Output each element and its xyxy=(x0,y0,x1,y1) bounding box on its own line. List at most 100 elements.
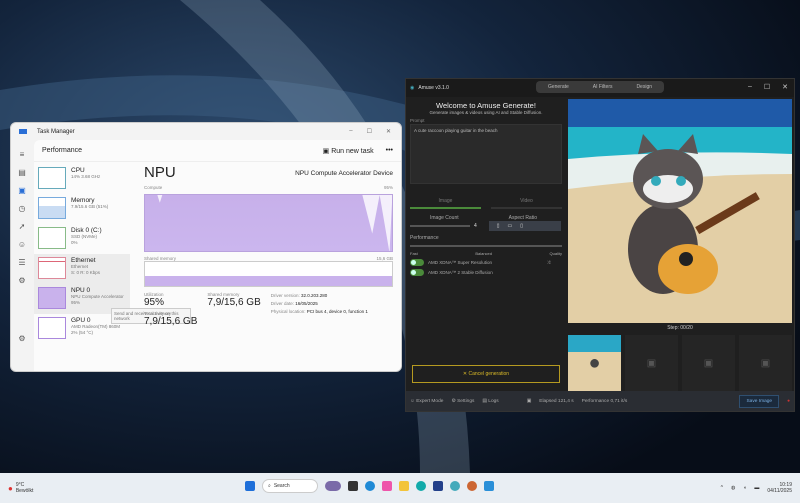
utilization-value: 95% xyxy=(144,297,165,308)
driver-date-label: Driver date: xyxy=(270,301,295,306)
prompt-input[interactable]: A cute raccoon playing guitar in the bea… xyxy=(410,124,562,184)
super-resolution-toggle[interactable] xyxy=(410,259,424,266)
result-thumbnail[interactable]: ● xyxy=(568,335,621,391)
details-icon[interactable]: ☰ xyxy=(18,258,25,267)
welcome-title: Welcome to Amuse Generate! xyxy=(436,101,536,110)
app-history-icon[interactable]: ◷ xyxy=(19,204,26,213)
stable-diffusion-toggle[interactable] xyxy=(410,269,424,276)
stop-icon[interactable]: ● xyxy=(787,399,790,404)
amuse-title: Amuse v3.1.0 xyxy=(418,85,449,91)
cancel-generation-button[interactable]: ✕ Cancel generation xyxy=(412,365,560,383)
search-icon: ⌕ xyxy=(268,483,271,489)
copilot-icon[interactable] xyxy=(382,481,392,491)
task-manager-icon xyxy=(19,129,27,134)
performance-slider[interactable] xyxy=(410,245,562,247)
maximize-button[interactable]: ☐ xyxy=(367,128,372,135)
mode-video-tab[interactable]: Video xyxy=(491,198,562,209)
shuffle-icon[interactable]: ⤨ xyxy=(546,260,550,265)
generated-image xyxy=(568,99,792,323)
clock[interactable]: 10:19 04/11/2025 xyxy=(767,482,792,494)
placeholder-thumbnail-icon: ▣ xyxy=(739,335,792,391)
resource-memory[interactable]: Memory 7.9/15.6 GB (51%) xyxy=(34,194,130,224)
shared-mem-value: 7,9/15,6 GB xyxy=(207,297,261,308)
volume-icon[interactable]: ◖ xyxy=(743,485,746,491)
run-new-task-button[interactable]: ▣ Run new task xyxy=(323,147,374,155)
amuse-window: ◉ Amuse v3.1.0 Generate AI Filters Design –… xyxy=(405,78,795,412)
window-title: Task Manager xyxy=(37,128,75,135)
npu-thumbnail xyxy=(38,287,66,309)
app-icon[interactable] xyxy=(467,481,477,491)
tab-generate[interactable]: Generate xyxy=(548,84,569,90)
more-button[interactable]: ••• xyxy=(386,147,393,154)
maximize-button[interactable]: ☐ xyxy=(764,83,770,91)
npu-details: NPU NPU Compute Accelerator Device Compu… xyxy=(144,164,393,327)
battery-icon[interactable]: ▬ xyxy=(754,485,759,491)
search-box[interactable]: ⌕ Search xyxy=(262,479,318,493)
mode-image-tab[interactable]: Image xyxy=(410,198,481,209)
store-icon[interactable] xyxy=(433,481,443,491)
services-icon[interactable]: ⚙ xyxy=(18,276,25,285)
close-button[interactable]: ✕ xyxy=(782,83,788,91)
image-count-label: Image Count xyxy=(430,215,459,221)
minimize-button[interactable]: – xyxy=(748,83,752,91)
start-button[interactable] xyxy=(245,481,255,491)
image-count-slider[interactable] xyxy=(410,225,470,227)
amuse-taskbar-icon[interactable] xyxy=(450,481,460,491)
monitor-icon: ▣ xyxy=(526,398,532,404)
widgets-icon[interactable] xyxy=(325,481,341,491)
tab-ai-filters[interactable]: AI Filters xyxy=(593,84,613,90)
prompt-label: Prompt xyxy=(410,118,425,123)
location: PCI bus 4, device 0, function 1 xyxy=(306,309,368,314)
minimize-button[interactable]: – xyxy=(349,128,352,135)
aspect-ratio-selector[interactable]: ▯ ▭ ▯ xyxy=(488,221,561,231)
task-manager-window: Task Manager – ☐ ✕ ≡ ▤ ▣ ◷ ➚ ☺ ☰ ⚙ ⚙ Performance ▣… xyxy=(10,122,402,372)
device-name: NPU Compute Accelerator Device xyxy=(295,170,393,177)
file-explorer-icon[interactable] xyxy=(399,481,409,491)
cpu-thumbnail xyxy=(38,167,66,189)
startup-icon[interactable]: ➚ xyxy=(19,222,26,231)
users-icon[interactable]: ☺ xyxy=(18,240,26,249)
resource-cpu[interactable]: CPU 14% 3.68 GHz xyxy=(34,164,130,194)
super-resolution-label: AMD XDNA™ Super Resolution xyxy=(428,260,493,265)
task-view-icon[interactable] xyxy=(348,481,358,491)
weather-widget[interactable]: ● 9°C Bewölkt xyxy=(8,482,33,494)
resource-disk[interactable]: Disk 0 (C:) SSD (NVMe) 0% xyxy=(34,224,130,254)
weather-condition: Bewölkt xyxy=(15,488,34,494)
stable-diffusion-label: AMD XDNA™ 2 Stable Diffusion xyxy=(428,270,493,275)
settings-button[interactable]: ⚙ Settings xyxy=(451,399,474,404)
driver-version-label: Driver version: xyxy=(270,293,300,298)
app-icon[interactable] xyxy=(416,481,426,491)
placeholder-thumbnail-icon: ▣ xyxy=(682,335,735,391)
performance-icon[interactable]: ▣ xyxy=(18,186,26,195)
compute-label: Compute xyxy=(144,185,163,190)
square-icon: ▯ xyxy=(520,223,524,229)
close-button[interactable]: ✕ xyxy=(386,128,391,135)
step-counter: Step: 00/20 xyxy=(667,325,693,331)
performance-label: Performance xyxy=(410,235,439,241)
landscape-icon: ▭ xyxy=(507,223,513,229)
edge-icon[interactable] xyxy=(365,481,375,491)
placeholder-thumbnail-icon: ▣ xyxy=(625,335,678,391)
processes-icon[interactable]: ▤ xyxy=(18,168,26,177)
network-icon[interactable]: ◍ xyxy=(731,485,735,491)
location-label: Physical location: xyxy=(270,309,306,314)
image-count-value: 4 xyxy=(474,223,477,229)
menu-icon[interactable]: ≡ xyxy=(20,150,25,159)
logs-button[interactable]: ▤ Logs xyxy=(482,399,498,404)
tray-chevron-icon[interactable]: ^ xyxy=(721,485,723,491)
perf-quality-label: Quality xyxy=(549,251,562,256)
task-manager-taskbar-icon[interactable] xyxy=(484,481,494,491)
elapsed-time: Elapsed 121,4 s xyxy=(539,398,574,404)
resource-ethernet[interactable]: Ethernet Ethernet S: 0 R: 0 Kbps xyxy=(34,254,130,284)
perf-balanced-label: Balanced xyxy=(475,251,492,256)
welcome-subtitle: Generate images & videos using AI and St… xyxy=(429,110,543,115)
tab-design[interactable]: Design xyxy=(636,84,652,90)
portrait-icon: ▯ xyxy=(496,223,500,229)
memory-thumbnail xyxy=(38,197,66,219)
driver-date: 16/05/2025 xyxy=(295,301,318,306)
settings-icon[interactable]: ⚙ xyxy=(18,334,25,343)
compute-max: 95% xyxy=(383,185,393,190)
save-image-button[interactable]: Save Image xyxy=(739,394,780,408)
expert-mode-button[interactable]: ☺ Expert Mode xyxy=(410,399,443,404)
driver-version: 32.0.203.280 xyxy=(301,293,328,298)
